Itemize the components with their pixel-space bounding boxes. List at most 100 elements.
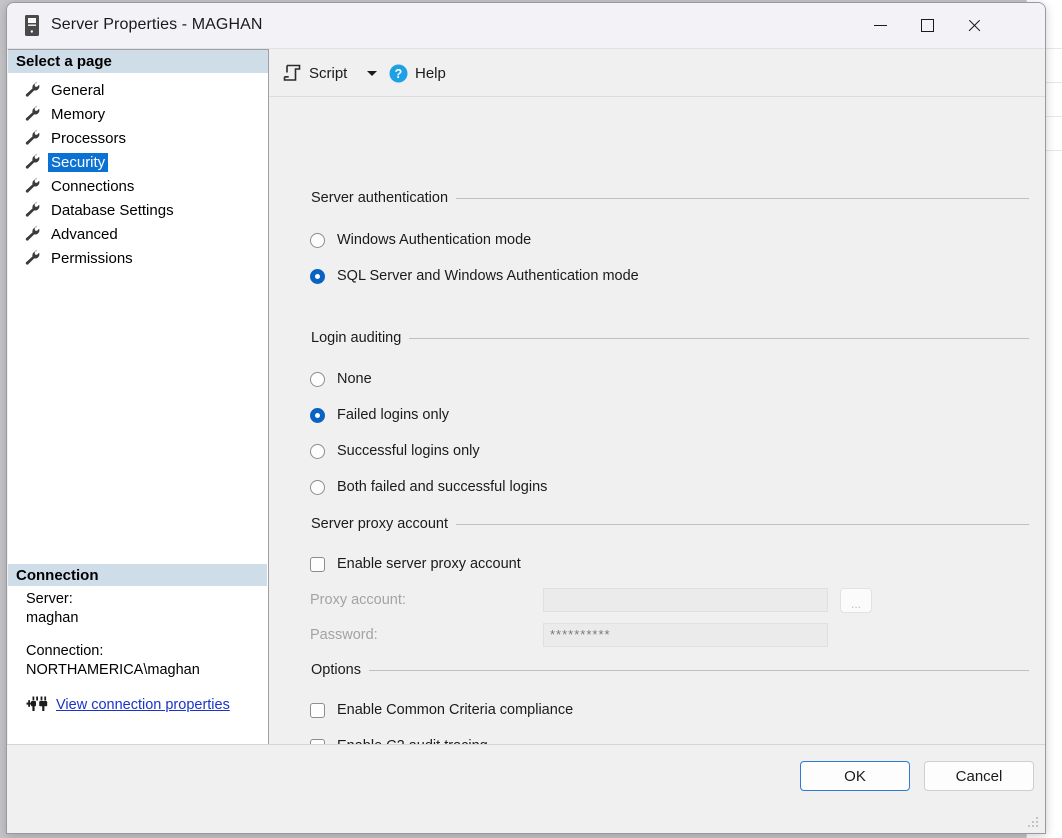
chevron-down-icon (367, 71, 377, 76)
server-properties-dialog: Server Properties - MAGHAN Select a page… (6, 2, 1046, 834)
view-connection-properties-row[interactable]: View connection properties (26, 696, 267, 714)
sidebar-item-label: Processors (48, 129, 129, 148)
option-label: Windows Authentication mode (337, 232, 531, 248)
sidebar-item-memory[interactable]: Memory (8, 102, 268, 126)
wrench-icon (24, 250, 42, 266)
radio-both-failed-and-successful-logins[interactable]: Both failed and successful logins (310, 476, 1045, 498)
dialog-footer: OK Cancel (7, 744, 1045, 833)
connection-info: Server: maghan Connection: NORTHAMERICA\… (8, 590, 267, 714)
group-divider (369, 670, 1029, 671)
maximize-icon (921, 19, 934, 32)
sidebar-item-processors[interactable]: Processors (8, 126, 268, 150)
checkbox-indicator[interactable] (310, 703, 325, 718)
server-proxy-account-group: Server proxy account Enable server proxy… (269, 515, 1045, 648)
option-label: Enable server proxy account (337, 556, 521, 572)
resize-grip[interactable] (1028, 817, 1040, 829)
sidebar-item-connections[interactable]: Connections (8, 174, 268, 198)
maximize-button[interactable] (904, 3, 951, 47)
radio-indicator[interactable] (310, 444, 325, 459)
radio-indicator[interactable] (310, 408, 325, 423)
sidebar-item-advanced[interactable]: Advanced (8, 222, 268, 246)
script-dropdown-button[interactable] (367, 58, 377, 88)
connection-label: Connection: (26, 642, 267, 661)
script-icon (283, 64, 302, 82)
radio-windows-authentication-mode[interactable]: Windows Authentication mode (310, 229, 1045, 251)
option-label: Both failed and successful logins (337, 479, 547, 495)
radio-indicator[interactable] (310, 372, 325, 387)
page-list: General Memory Processors Security (8, 74, 268, 270)
group-divider (456, 524, 1029, 525)
title-bar[interactable]: Server Properties - MAGHAN (7, 3, 1045, 49)
options-title: Options (311, 662, 369, 678)
server-proxy-account-title: Server proxy account (311, 516, 456, 532)
ok-button[interactable]: OK (800, 761, 910, 791)
minimize-button[interactable] (857, 3, 904, 47)
radio-none[interactable]: None (310, 368, 1045, 390)
wrench-icon (24, 154, 42, 170)
sidebar-item-label: General (48, 81, 107, 100)
wrench-icon (24, 130, 42, 146)
browse-proxy-account-button[interactable]: ... (840, 588, 872, 613)
option-label: Successful logins only (337, 443, 480, 459)
radio-indicator[interactable] (310, 233, 325, 248)
option-label: Enable Common Criteria compliance (337, 702, 573, 718)
wrench-icon (24, 226, 42, 242)
plug-connector-icon (26, 696, 48, 714)
close-icon (967, 18, 982, 33)
screen: : : : : : : : Server Properties - MAGHAN (0, 0, 1062, 838)
radio-successful-logins-only[interactable]: Successful logins only (310, 440, 1045, 462)
connection-value: NORTHAMERICA\maghan (26, 661, 267, 680)
sidebar-item-label: Permissions (48, 249, 136, 268)
help-label: Help (415, 65, 446, 82)
sidebar-item-label: Advanced (48, 225, 121, 244)
proxy-account-row: Proxy account: ... (310, 587, 1045, 613)
sidebar-item-general[interactable]: General (8, 78, 268, 102)
group-header: Options (269, 661, 1045, 679)
radio-indicator[interactable] (310, 269, 325, 284)
wrench-icon (24, 178, 42, 194)
server-authentication-group: Server authentication Windows Authentica… (269, 189, 1045, 287)
close-button[interactable] (951, 3, 998, 47)
group-header: Server proxy account (269, 515, 1045, 533)
view-connection-properties-link[interactable]: View connection properties (56, 697, 230, 713)
checkbox-indicator[interactable] (310, 557, 325, 572)
group-header: Login auditing (269, 329, 1045, 347)
radio-indicator[interactable] (310, 480, 325, 495)
password-input[interactable]: ********** (543, 623, 828, 647)
server-tower-icon (25, 15, 39, 36)
sidebar-item-security[interactable]: Security (8, 150, 268, 174)
sidebar-item-permissions[interactable]: Permissions (8, 246, 268, 270)
minimize-icon (874, 25, 887, 26)
checkbox-enable-common-criteria-compliance[interactable]: Enable Common Criteria compliance (310, 699, 1045, 721)
radio-sql-and-windows-authentication-mode[interactable]: SQL Server and Windows Authentication mo… (310, 265, 1045, 287)
sidebar-item-label: Database Settings (48, 201, 177, 220)
wrench-icon (24, 202, 42, 218)
login-auditing-group: Login auditing None Failed logins only (269, 329, 1045, 498)
option-label: Failed logins only (337, 407, 449, 423)
select-a-page-header: Select a page (8, 50, 268, 74)
password-row: Password: ********** (310, 622, 1045, 648)
sidebar-item-label: Memory (48, 105, 108, 124)
password-label: Password: (310, 627, 543, 643)
group-header: Server authentication (269, 189, 1045, 207)
help-button[interactable]: ? Help (389, 58, 446, 88)
script-label: Script (309, 65, 347, 82)
page-selector-panel: Select a page General Memory Processors (8, 49, 269, 791)
server-authentication-title: Server authentication (311, 190, 456, 206)
proxy-account-input[interactable] (543, 588, 828, 612)
radio-failed-logins-only[interactable]: Failed logins only (310, 404, 1045, 426)
group-divider (409, 338, 1029, 339)
sidebar-item-database-settings[interactable]: Database Settings (8, 198, 268, 222)
security-page: Script ? Help (269, 49, 1045, 791)
page-toolbar: Script ? Help (269, 49, 1045, 97)
script-button[interactable]: Script (283, 58, 347, 88)
security-settings-content: Server authentication Windows Authentica… (269, 97, 1045, 791)
cancel-button[interactable]: Cancel (924, 761, 1034, 791)
checkbox-enable-server-proxy-account[interactable]: Enable server proxy account (310, 553, 1045, 575)
option-label: None (337, 371, 372, 387)
server-label: Server: (26, 590, 267, 609)
help-question-icon: ? (389, 64, 408, 83)
svg-text:?: ? (395, 67, 403, 81)
sidebar-item-label: Connections (48, 177, 137, 196)
option-label: SQL Server and Windows Authentication mo… (337, 268, 639, 284)
